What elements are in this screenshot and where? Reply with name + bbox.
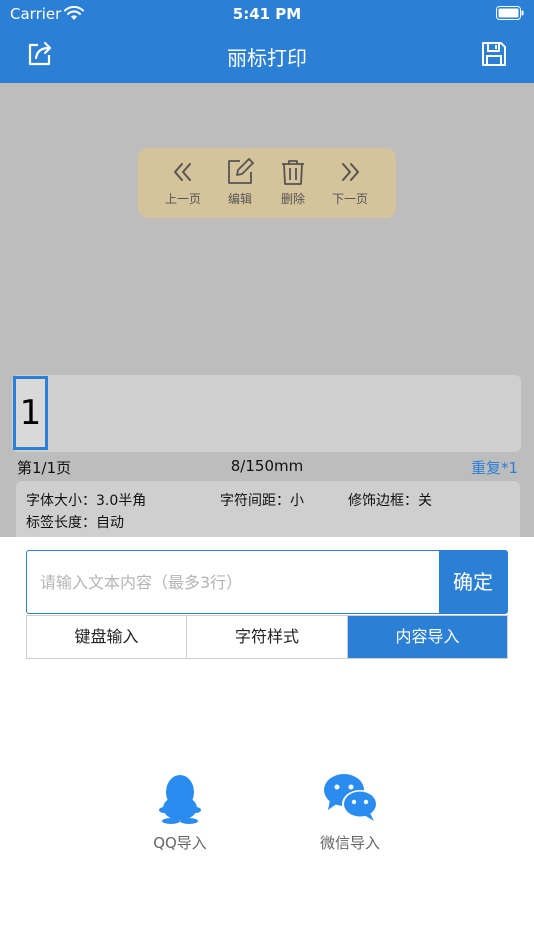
frame-setting: 修饰边框：关 [348, 493, 432, 509]
double-chevron-left-icon [174, 163, 191, 181]
page-indicator: 第1/1页 [17, 459, 72, 477]
text-input-row: 确定 [26, 550, 508, 614]
font-size-setting: 字体大小：3.0半角 [26, 493, 147, 509]
edit-label: 编辑 [227, 192, 252, 206]
wechat-import-label: 微信导入 [319, 834, 380, 852]
label-length-setting: 标签长度：自动 [26, 515, 124, 531]
clock: 5:41 PM [232, 5, 302, 23]
tab-keyboard-input[interactable]: 键盘输入 [27, 616, 187, 658]
double-chevron-right-icon [342, 163, 359, 181]
edit-icon [228, 158, 254, 184]
wechat-import-button[interactable]: 微信导入 [300, 772, 400, 853]
confirm-button[interactable]: 确定 [439, 551, 507, 613]
delete-button[interactable]: 删除 [263, 158, 323, 212]
status-bar: Carrier 5:41 PM [0, 0, 534, 28]
page-title: 丽标打印 [227, 46, 307, 70]
next-page-label: 下一页 [331, 192, 368, 206]
settings-summary: 字体大小：3.0半角 字符间距：小 修饰边框：关 标签长度：自动 [16, 481, 520, 537]
label-preview: 1 [12, 375, 521, 452]
trash-icon [282, 160, 304, 185]
char-spacing-setting: 字符间距：小 [220, 493, 304, 509]
wechat-icon [324, 774, 378, 821]
qq-icon [159, 775, 201, 824]
edit-toolbar: 上一页 编辑 删除 下一页 [138, 148, 396, 218]
tab-char-style[interactable]: 字符样式 [187, 616, 348, 658]
nav-bar: 丽标打印 [0, 28, 534, 83]
tab-content-import[interactable]: 内容导入 [348, 616, 507, 658]
input-mode-tabs: 键盘输入 字符样式 内容导入 [26, 615, 508, 659]
preview-area: 上一页 编辑 删除 下一页 1 8/150mm 第1/1页 重复*1 字体大小：… [0, 83, 534, 537]
qq-import-button[interactable]: QQ导入 [130, 772, 230, 853]
text-content-input[interactable] [27, 551, 440, 613]
prev-page-button[interactable]: 上一页 [153, 158, 213, 212]
label-character[interactable]: 1 [13, 376, 48, 450]
repeat-count-button[interactable]: 重复*1 [471, 457, 518, 478]
delete-label: 删除 [280, 192, 305, 206]
top-bar: Carrier 5:41 PM 丽标打印 [0, 0, 534, 83]
label-length-readout: 8/150mm [230, 457, 304, 475]
qq-import-label: QQ导入 [153, 834, 207, 852]
save-icon[interactable] [478, 38, 510, 70]
battery-icon [496, 6, 524, 20]
edit-button[interactable]: 编辑 [210, 158, 270, 212]
next-page-button[interactable]: 下一页 [320, 158, 380, 212]
prev-page-label: 上一页 [164, 192, 201, 206]
